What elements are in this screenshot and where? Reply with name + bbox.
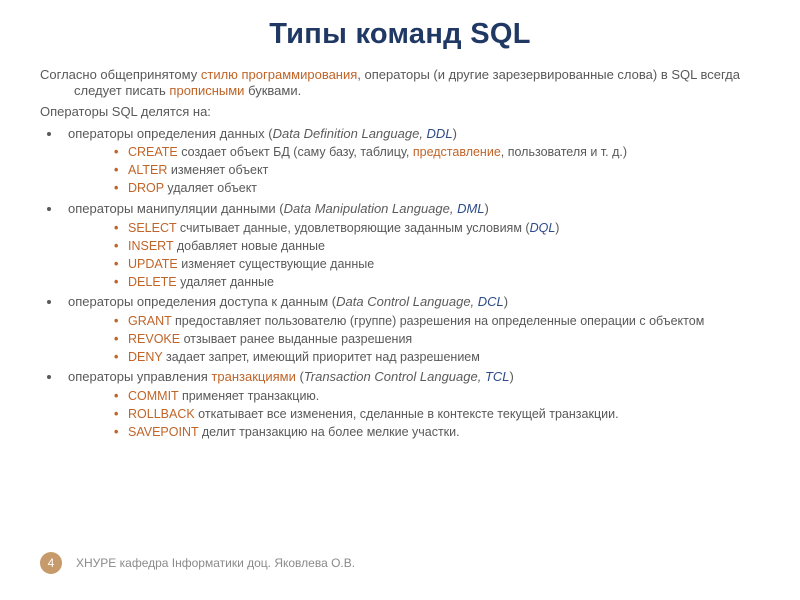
item-text: создает объект БД (саму базу, таблицу, xyxy=(178,145,413,159)
group-lead: операторы манипуляции данными ( xyxy=(68,201,284,216)
group-lead: операторы управления xyxy=(68,369,211,384)
footer-text: ХНУРЕ кафедра Інформатики доц. Яковлева … xyxy=(76,556,355,570)
group-acronym: DDL xyxy=(427,126,453,141)
slide: Типы команд SQL Согласно общепринятому с… xyxy=(0,0,800,600)
keyword: UPDATE xyxy=(128,257,178,271)
tcl-items: COMMIT применяет транзакцию. ROLLBACK от… xyxy=(68,388,760,441)
link-uppercase: прописными xyxy=(169,83,244,98)
list-item: COMMIT применяет транзакцию. xyxy=(114,388,760,405)
list-item: DELETE удаляет данные xyxy=(114,274,760,291)
groups-list: операторы определения данных (Data Defin… xyxy=(40,126,760,441)
group-dml: операторы манипуляции данными (Data Mani… xyxy=(62,201,760,290)
item-text: удаляет объект xyxy=(164,181,257,195)
link-transactions: транзакциями xyxy=(211,369,295,384)
list-item: GRANT предоставляет пользователю (группе… xyxy=(114,313,760,330)
keyword: ROLLBACK xyxy=(128,407,195,421)
keyword: REVOKE xyxy=(128,332,180,346)
item-text: отзывает ранее выданные разрешения xyxy=(180,332,412,346)
list-item: CREATE создает объект БД (саму базу, таб… xyxy=(114,144,760,161)
list-item: REVOKE отзывает ранее выданные разрешени… xyxy=(114,331,760,348)
group-en: Transaction Control Language, xyxy=(304,369,485,384)
item-tail: , пользователя и т. д.) xyxy=(501,145,627,159)
keyword: CREATE xyxy=(128,145,178,159)
keyword: GRANT xyxy=(128,314,172,328)
item-text: делит транзакцию на более мелкие участки… xyxy=(198,425,459,439)
list-item: INSERT добавляет новые данные xyxy=(114,238,760,255)
keyword: INSERT xyxy=(128,239,173,253)
divide-text: Операторы SQL делятся на: xyxy=(40,104,760,120)
group-lead: операторы определения доступа к данным ( xyxy=(68,294,336,309)
keyword: DELETE xyxy=(128,275,177,289)
item-text: применяет транзакцию. xyxy=(178,389,319,403)
slide-footer: 4 ХНУРЕ кафедра Інформатики доц. Яковлев… xyxy=(40,552,355,574)
page-number: 4 xyxy=(40,552,62,574)
keyword: ALTER xyxy=(128,163,167,177)
item-text: откатывает все изменения, сделанные в ко… xyxy=(195,407,619,421)
dcl-items: GRANT предоставляет пользователю (группе… xyxy=(68,313,760,366)
list-item: UPDATE изменяет существующие данные xyxy=(114,256,760,273)
list-item: ALTER изменяет объект xyxy=(114,162,760,179)
slide-title: Типы команд SQL xyxy=(40,18,760,51)
group-acronym: DCL xyxy=(478,294,504,309)
list-item: ROLLBACK откатывает все изменения, сдела… xyxy=(114,406,760,423)
group-acronym: TCL xyxy=(485,369,510,384)
group-dcl: операторы определения доступа к данным (… xyxy=(62,294,760,365)
group-lead: операторы определения данных ( xyxy=(68,126,273,141)
intro-paragraph: Согласно общепринятому стилю программиро… xyxy=(40,67,760,100)
item-text: задает запрет, имеющий приоритет над раз… xyxy=(163,350,480,364)
link-view: представление xyxy=(413,145,501,159)
item-text: добавляет новые данные xyxy=(173,239,325,253)
list-item: SAVEPOINT делит транзакцию на более мелк… xyxy=(114,424,760,441)
link-programming-style: стилю программирования xyxy=(201,67,357,82)
ddl-items: CREATE создает объект БД (саму базу, таб… xyxy=(68,144,760,197)
group-en: Data Manipulation Language, xyxy=(284,201,457,216)
keyword: SAVEPOINT xyxy=(128,425,198,439)
group-en: Data Control Language, xyxy=(336,294,478,309)
keyword: SELECT xyxy=(128,221,176,235)
group-en: Data Definition Language, xyxy=(273,126,427,141)
intro-text: Согласно общепринятому xyxy=(40,67,201,82)
item-text: удаляет данные xyxy=(177,275,274,289)
item-text: предоставляет пользователю (группе) разр… xyxy=(172,314,705,328)
group-acronym: DML xyxy=(457,201,484,216)
group-ddl: операторы определения данных (Data Defin… xyxy=(62,126,760,197)
dml-items: SELECT считывает данные, удовлетворяющие… xyxy=(68,220,760,291)
item-text: считывает данные, удовлетворяющие заданн… xyxy=(176,221,529,235)
list-item: DENY задает запрет, имеющий приоритет на… xyxy=(114,349,760,366)
keyword: DENY xyxy=(128,350,163,364)
intro-text: буквами. xyxy=(244,83,301,98)
item-text: изменяет объект xyxy=(167,163,268,177)
item-tail: ) xyxy=(555,221,559,235)
keyword: COMMIT xyxy=(128,389,178,403)
group-lead-tail: ( xyxy=(296,369,304,384)
keyword: DROP xyxy=(128,181,164,195)
group-tcl: операторы управления транзакциями (Trans… xyxy=(62,369,760,440)
link-dql: DQL xyxy=(530,221,556,235)
list-item: SELECT считывает данные, удовлетворяющие… xyxy=(114,220,760,237)
item-text: изменяет существующие данные xyxy=(178,257,374,271)
list-item: DROP удаляет объект xyxy=(114,180,760,197)
